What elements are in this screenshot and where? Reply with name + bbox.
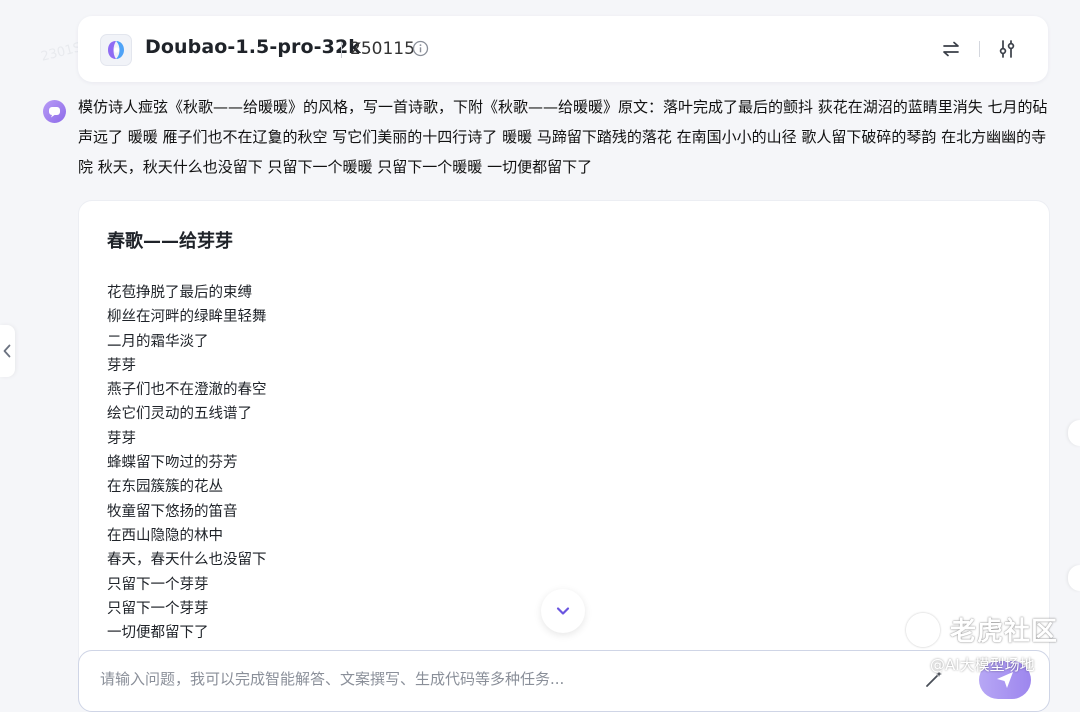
divider (979, 41, 980, 57)
poem-line: 芽芽 (107, 430, 136, 447)
model-version: 250115 (350, 39, 415, 59)
chevron-down-icon (556, 607, 570, 615)
scroll-down-button[interactable] (541, 589, 585, 633)
divider (341, 42, 342, 58)
poem-line: 蜂蝶留下吻过的芬芳 (107, 455, 238, 472)
user-avatar (43, 100, 66, 123)
watermark-handle: @AI大模型场地 (930, 656, 1035, 674)
chat-input[interactable] (98, 669, 862, 689)
poem-body: 花苞挣脱了最后的束缚 柳丝在河畔的绿眸里轻舞 二月的霜华淡了 芽芽 燕子们也不在… (107, 281, 267, 645)
doubao-logo-icon (100, 34, 132, 66)
chevron-left-icon (3, 344, 11, 358)
floating-edge-tab[interactable] (1068, 420, 1080, 446)
model-name[interactable]: Doubao-1.5-pro-32k (145, 36, 361, 58)
poem-title: 春歌——给芽芽 (107, 231, 233, 252)
poem-line: 二月的霜华淡了 (107, 333, 209, 350)
poem-line: 在东园簇簇的花丛 (107, 479, 223, 496)
watermark-logo (906, 613, 940, 647)
model-header: Doubao-1.5-pro-32k 250115 (78, 16, 1048, 82)
poem-line: 柳丝在河畔的绿眸里轻舞 (107, 309, 267, 326)
poem-line: 绘它们灵动的五线谱了 (107, 406, 252, 423)
tune-sliders-icon[interactable] (996, 38, 1018, 60)
poem-line: 花苞挣脱了最后的束缚 (107, 285, 252, 301)
info-icon[interactable] (412, 40, 429, 57)
chat-input-bar (78, 650, 1050, 712)
poem-line: 一切便都留下了 (107, 625, 209, 642)
poem-line: 只留下一个芽芽 (107, 600, 209, 617)
poem-line: 芽芽 (107, 357, 136, 374)
poem-line: 只留下一个芽芽 (107, 576, 209, 593)
sidebar-toggle[interactable] (0, 325, 15, 377)
poem-line: 在西山隐隐的林中 (107, 527, 223, 544)
floating-edge-tab[interactable] (1068, 565, 1080, 591)
watermark-brand-text: 老虎社区 (950, 617, 1059, 647)
swap-arrows-icon[interactable] (940, 38, 962, 60)
poem-line: 春天，春天什么也没留下 (107, 552, 267, 569)
poem-line: 燕子们也不在澄澈的春空 (107, 382, 267, 399)
poem-line: 牧童留下悠扬的笛音 (107, 503, 238, 520)
user-prompt-text: 模仿诗人痖弦《秋歌——给暖暖》的风格，写一首诗歌，下附《秋歌——给暖暖》原文：落… (78, 98, 1048, 176)
